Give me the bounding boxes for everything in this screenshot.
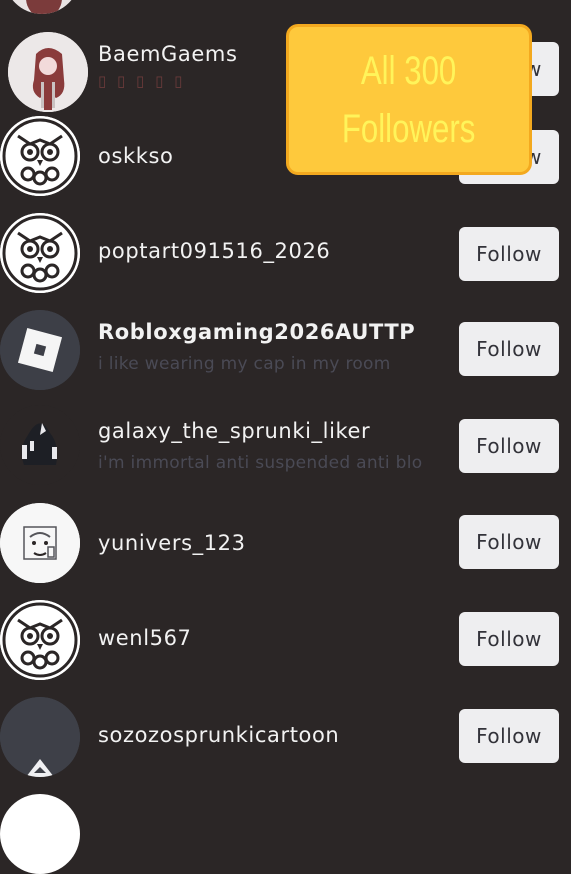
list-item[interactable]: Robloxgaming2026AUTTP i like wearing my … bbox=[0, 310, 571, 406]
avatar[interactable] bbox=[8, 32, 88, 112]
followers-count-callout: All 300 Followers bbox=[286, 24, 532, 175]
username[interactable]: galaxy_the_sprunki_liker bbox=[98, 419, 370, 443]
callout-text: All 300 Followers bbox=[342, 48, 476, 151]
follow-button[interactable]: Follow bbox=[459, 515, 559, 569]
owl-icon bbox=[0, 213, 80, 293]
username[interactable]: oskkso bbox=[98, 144, 174, 168]
follow-button[interactable]: Follow bbox=[459, 612, 559, 666]
avatar[interactable] bbox=[0, 116, 80, 196]
follow-button[interactable]: Follow bbox=[459, 709, 559, 763]
avatar[interactable] bbox=[4, 0, 80, 14]
follow-button[interactable]: Follow bbox=[459, 227, 559, 281]
username[interactable]: yunivers_123 bbox=[98, 531, 246, 555]
owl-icon bbox=[0, 600, 80, 680]
follow-button[interactable]: Follow bbox=[459, 419, 559, 473]
username[interactable]: BaemGaems bbox=[98, 42, 238, 66]
username[interactable]: poptart091516_2026 bbox=[98, 239, 330, 263]
list-item[interactable]: yunivers_123 Follow bbox=[0, 503, 571, 599]
list-item[interactable]: sozozosprunkicartoon Follow bbox=[0, 697, 571, 793]
username[interactable]: wenl567 bbox=[98, 626, 192, 650]
username[interactable]: Robloxgaming2026AUTTP bbox=[98, 320, 415, 344]
dark-figure-icon bbox=[0, 697, 80, 777]
user-bio: i like wearing my cap in my room bbox=[98, 354, 391, 374]
user-bio: ▯ ▯ ▯ ▯ ▯ bbox=[98, 72, 186, 90]
avatar[interactable] bbox=[0, 213, 80, 293]
list-item[interactable]: galaxy_the_sprunki_liker i'm immortal an… bbox=[0, 405, 571, 501]
avatar[interactable] bbox=[0, 310, 80, 390]
follow-button[interactable]: Follow bbox=[459, 322, 559, 376]
avatar[interactable] bbox=[0, 600, 80, 680]
avatar[interactable] bbox=[0, 697, 80, 777]
girl-icon bbox=[8, 32, 88, 112]
avatar[interactable] bbox=[0, 405, 80, 485]
owl-icon bbox=[0, 116, 80, 196]
username[interactable]: sozozosprunkicartoon bbox=[98, 723, 339, 747]
sketch-character-icon bbox=[0, 503, 80, 583]
roblox-logo-icon bbox=[0, 310, 80, 390]
dark-figure-icon bbox=[0, 405, 80, 485]
list-item[interactable]: poptart091516_2026 Follow bbox=[0, 213, 571, 309]
avatar[interactable] bbox=[0, 503, 80, 583]
user-bio: i'm immortal anti suspended anti blo bbox=[98, 453, 423, 473]
list-item[interactable]: wenl567 Follow bbox=[0, 600, 571, 696]
avatar[interactable] bbox=[0, 794, 80, 874]
